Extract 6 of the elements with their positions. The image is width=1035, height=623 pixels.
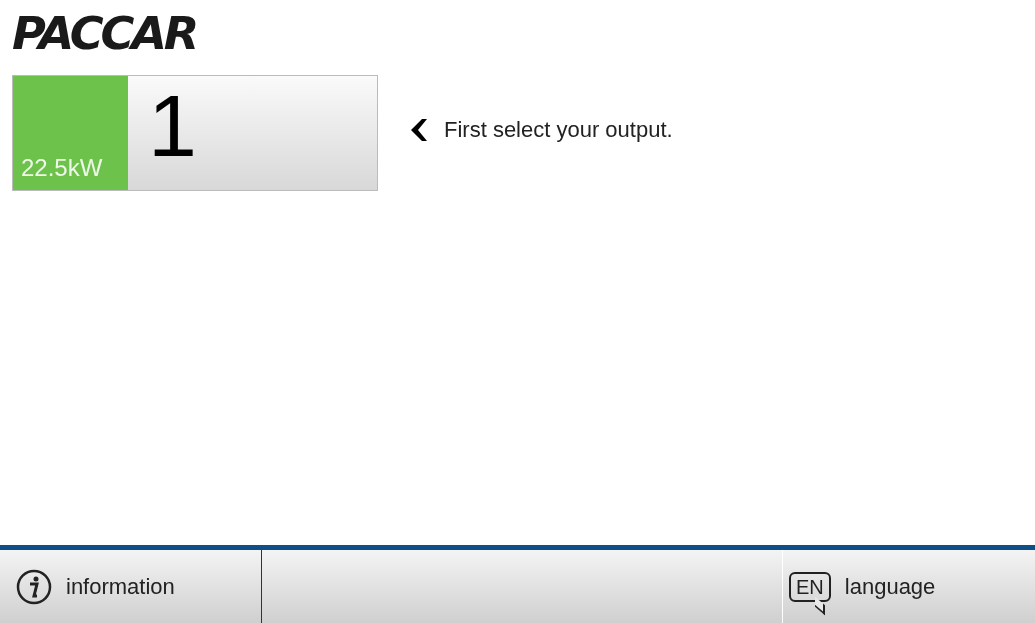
output-button[interactable]: 22.5kW 1: [12, 75, 378, 191]
company-logo: PACCAR: [12, 12, 197, 56]
information-button[interactable]: information: [0, 550, 262, 623]
language-button[interactable]: EN language: [782, 550, 1035, 623]
instruction-text: First select your output.: [444, 117, 673, 143]
info-icon: [16, 568, 52, 605]
